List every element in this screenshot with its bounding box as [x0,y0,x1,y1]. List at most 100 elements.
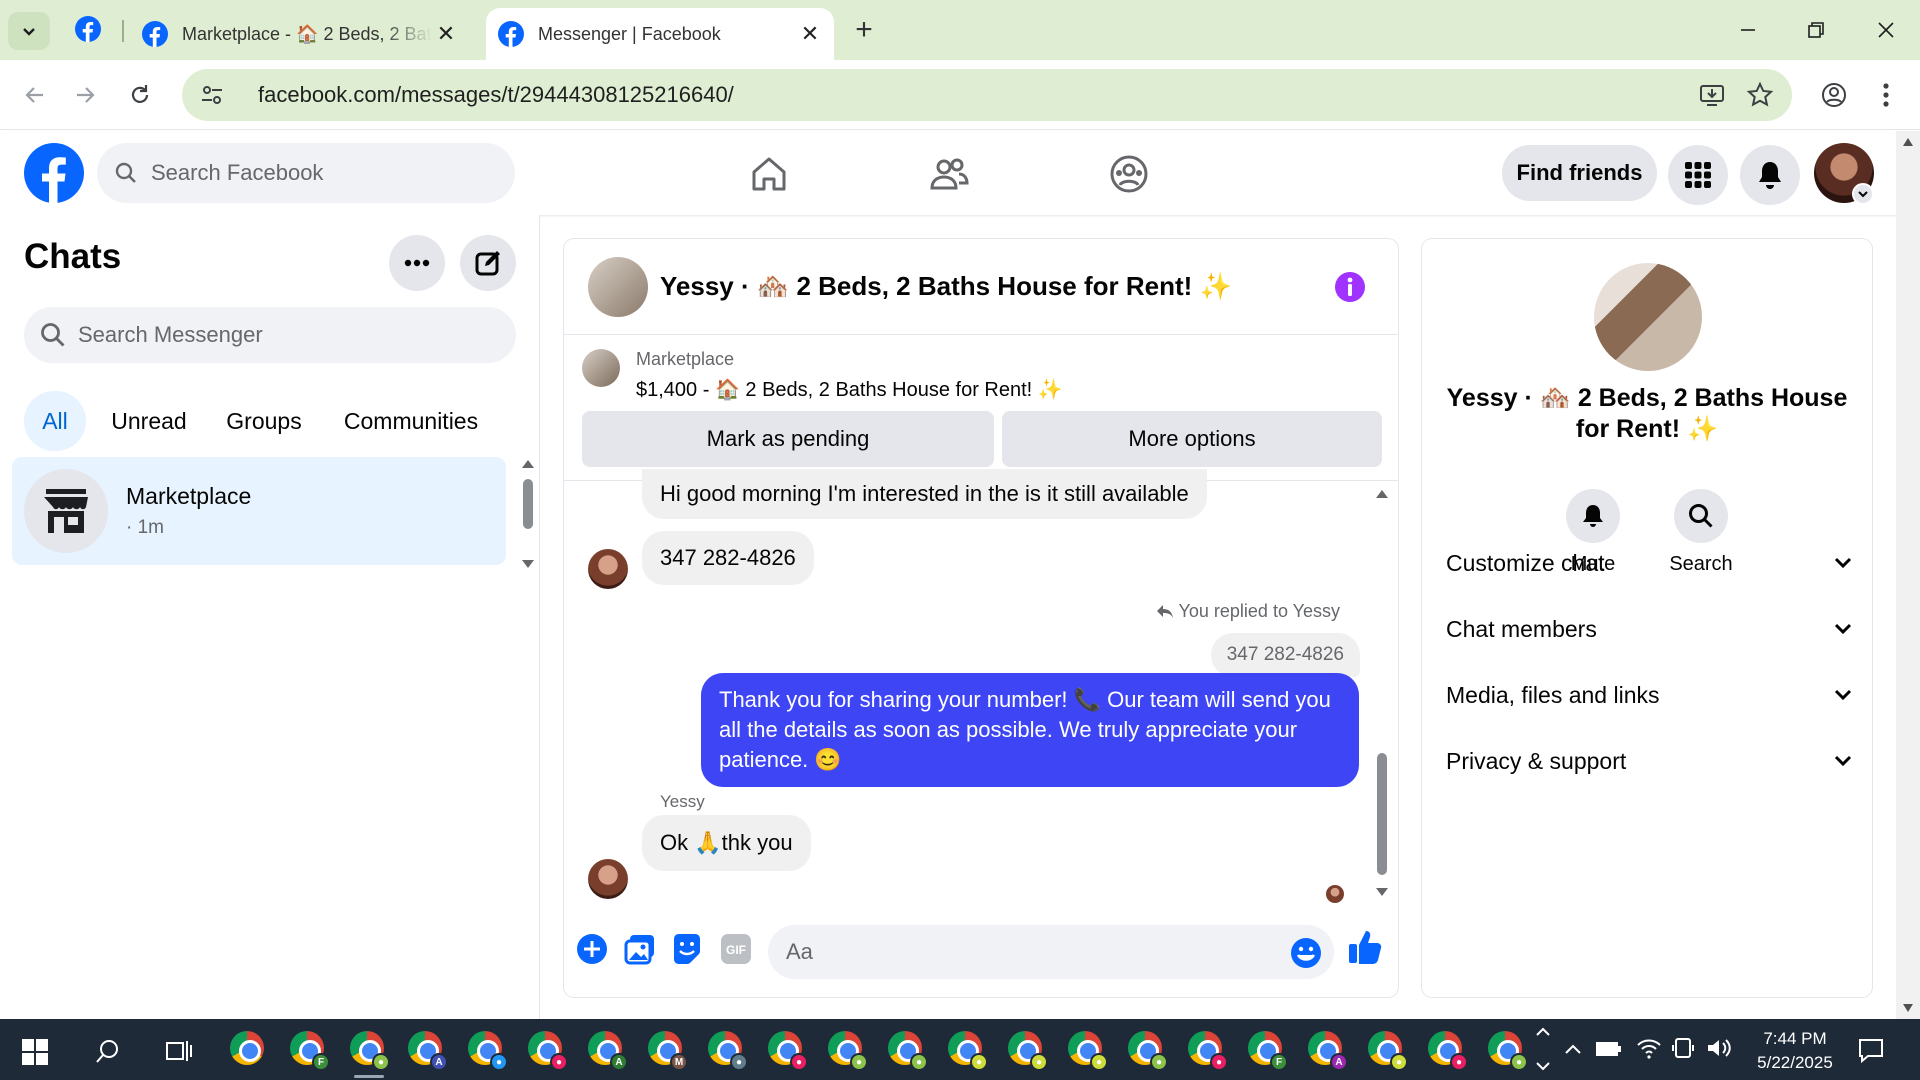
plus-circle-icon[interactable] [576,933,608,965]
chat-list-scrollbar[interactable] [518,459,538,569]
taskbar-chrome-profile[interactable]: A [588,1031,628,1071]
taskbar-chrome-profile[interactable]: F [1248,1031,1288,1071]
forward-button[interactable] [66,75,106,115]
taskbar-chrome-profile[interactable]: ● [1188,1031,1228,1071]
filter-groups[interactable]: Groups [212,391,316,451]
listing-thumbnail[interactable] [582,349,620,387]
notification-center-icon[interactable] [1858,1037,1884,1063]
privacy-support-section[interactable]: Privacy & support [1446,733,1852,789]
chat-members-section[interactable]: Chat members [1446,601,1852,657]
menu-button[interactable] [1668,145,1728,205]
notifications-button[interactable] [1740,145,1800,205]
scroll-thumb[interactable] [523,479,533,529]
conversation-scrollbar[interactable] [1372,481,1392,905]
close-window-button[interactable] [1862,10,1910,50]
photo-gallery-icon[interactable] [624,933,656,965]
filter-communities[interactable]: Communities [328,391,494,451]
taskbar-chrome-profile[interactable]: M [648,1031,688,1071]
listing-title[interactable]: $1,400 - 🏠 2 Beds, 2 Baths House for Ren… [636,377,1063,402]
page-scrollbar[interactable] [1896,131,1920,1019]
emoji-icon[interactable] [1290,937,1322,969]
new-message-button[interactable] [460,235,516,291]
close-tab-icon[interactable]: ✕ [432,20,460,48]
account-menu-caret[interactable] [1852,183,1874,205]
nav-groups[interactable] [1104,149,1154,199]
taskbar-chrome-profile[interactable]: ● [948,1031,988,1071]
taskbar-chrome-profile[interactable]: ● [1488,1031,1528,1071]
taskbar-chrome-profile[interactable]: ● [708,1031,748,1071]
sticker-icon[interactable] [672,933,702,965]
sender-avatar[interactable] [588,549,628,589]
filter-unread[interactable]: Unread [98,391,200,451]
quoted-message[interactable]: 347 282-4826 [1210,633,1360,677]
messenger-search-input[interactable]: Search Messenger [24,307,516,363]
taskbar-chrome-profile[interactable]: ● [888,1031,928,1071]
nav-home[interactable] [744,149,794,199]
new-tab-button[interactable]: + [848,14,880,46]
facebook-search-input[interactable]: Search Facebook [97,143,515,203]
incoming-message[interactable]: 347 282-4826 [642,531,814,585]
wifi-icon[interactable] [1636,1037,1662,1059]
task-view-icon[interactable] [166,1039,192,1063]
chat-list-item[interactable]: Marketplace · 1m [12,457,506,565]
scroll-down-arrow-icon[interactable] [521,559,535,569]
filter-all[interactable]: All [24,391,86,451]
taskbar-chrome-profile[interactable]: ● [1128,1031,1168,1071]
chat-options-button[interactable] [389,235,445,291]
restore-button[interactable] [1792,10,1840,50]
taskbar-scroll-up-icon[interactable] [1536,1027,1550,1037]
close-tab-icon[interactable]: ✕ [796,20,824,48]
battery-icon[interactable] [1596,1039,1622,1059]
conversation-title[interactable]: Yessy · 🏘️ 2 Beds, 2 Baths House for Ren… [660,271,1232,302]
tab-messenger[interactable]: Messenger | Facebook ✕ [486,8,834,60]
taskbar-search-icon[interactable] [96,1039,120,1063]
taskbar-scroll-down-icon[interactable] [1536,1061,1550,1071]
taskbar-chrome-profile[interactable]: ● [1068,1031,1108,1071]
taskbar-chrome-profile[interactable]: ● [528,1031,568,1071]
install-app-icon[interactable] [1698,81,1726,109]
address-bar[interactable]: facebook.com/messages/t/2944430812521664… [182,69,1792,121]
scroll-down-arrow-icon[interactable] [1375,887,1389,897]
incoming-message[interactable]: Hi good morning I'm interested in the is… [642,469,1207,519]
taskbar-chrome-profile[interactable]: ● [468,1031,508,1071]
taskbar-chrome-profile[interactable]: ● [768,1031,808,1071]
find-friends-button[interactable]: Find friends [1502,145,1657,201]
info-icon[interactable] [1334,271,1366,303]
tab-search-button[interactable] [8,12,50,50]
nav-friends[interactable] [924,149,974,199]
sender-avatar[interactable] [588,859,628,899]
tray-overflow-chevron-icon[interactable] [1564,1043,1582,1055]
volume-icon[interactable] [1706,1037,1732,1059]
facebook-logo[interactable] [24,143,84,203]
outgoing-message[interactable]: Thank you for sharing your number! 📞 Our… [701,673,1359,787]
taskbar-chrome-profile[interactable]: ● [1008,1031,1048,1071]
media-files-links-section[interactable]: Media, files and links [1446,667,1852,723]
taskbar-chrome-app[interactable] [230,1031,268,1069]
back-button[interactable] [14,75,54,115]
taskbar-chrome-profile[interactable]: A [1308,1031,1348,1071]
incoming-message[interactable]: Ok 🙏thk you [642,815,811,871]
thumbs-up-icon[interactable] [1348,929,1382,965]
profile-button[interactable] [1814,75,1854,115]
pinned-facebook-tab[interactable] [75,16,101,42]
browser-menu-button[interactable] [1866,75,1906,115]
reload-button[interactable] [120,75,160,115]
bookmark-star-icon[interactable] [1746,81,1774,109]
taskbar-chrome-profile[interactable]: ● [1368,1031,1408,1071]
windows-start-icon[interactable] [22,1039,48,1065]
taskbar-chrome-profile[interactable]: F [290,1031,330,1071]
tab-marketplace[interactable]: Marketplace - 🏠 2 Beds, 2 Baths House fo… [130,8,470,60]
message-input[interactable]: Aa [768,925,1334,979]
scroll-up-arrow-icon[interactable] [521,459,535,469]
gif-icon[interactable]: GIF [720,933,752,965]
site-settings-icon[interactable] [200,83,224,107]
customize-chat-section[interactable]: Customize chat [1446,535,1852,591]
taskbar-clock[interactable]: 7:44 PM 5/22/2025 [1740,1027,1850,1075]
scroll-up-arrow-icon[interactable] [1375,489,1389,499]
mark-as-pending-button[interactable]: Mark as pending [582,411,994,467]
more-options-button[interactable]: More options [1002,411,1382,467]
minimize-button[interactable] [1724,10,1772,50]
display-icon[interactable] [1672,1037,1694,1059]
taskbar-chrome-profile[interactable]: A [408,1031,448,1071]
scroll-thumb[interactable] [1377,753,1387,875]
